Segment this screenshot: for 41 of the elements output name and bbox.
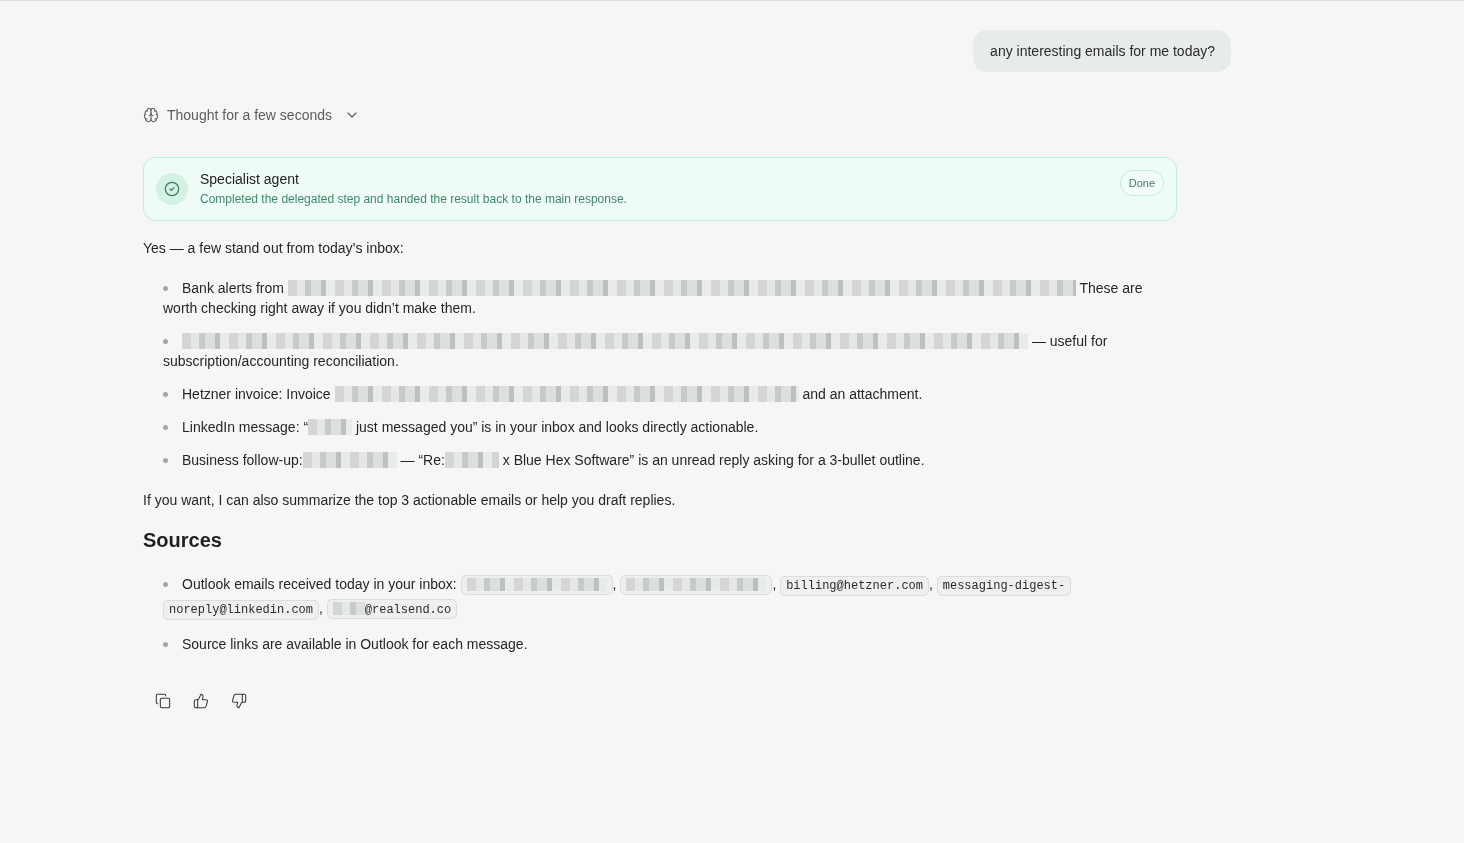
bullet-icon <box>163 642 168 647</box>
response-text: Bank alerts from <box>182 280 285 296</box>
response-text: If you want, I can also summarize the top 3 actionable emails or help you draft replies. <box>143 491 677 510</box>
response-text: and an attachment. <box>801 386 923 402</box>
bullet-icon <box>163 458 168 463</box>
bullet-icon <box>163 425 168 430</box>
brain-icon <box>143 107 159 123</box>
pixelated-redaction <box>444 452 499 468</box>
response-text: — “Re: <box>399 452 445 468</box>
section-heading: Sources <box>143 528 223 553</box>
bullet-icon <box>163 286 168 291</box>
response-text: , <box>612 576 618 592</box>
response-text: just messaged you” is in your inbox and looks directly actionable. <box>354 419 759 435</box>
response-text: Hetzner invoice: Invoice <box>182 386 332 402</box>
email-address: messaging-digest- <box>936 576 1072 596</box>
response-text: worth checking right away if you didn’t make them. <box>163 300 476 316</box>
response-text: , <box>772 576 778 592</box>
agent-description: Completed the delegated step and handed the result back to the main response. <box>200 191 627 208</box>
response-text: These are <box>1078 280 1143 296</box>
agent-title: Specialist agent <box>200 170 299 189</box>
email-address: billing@hetzner.com <box>780 576 929 596</box>
response-text: Business follow-up: <box>182 452 303 468</box>
response-text: , <box>319 600 324 616</box>
response-text: Yes — a few stand out from today’s inbox: <box>143 239 405 258</box>
pixelated-redaction <box>332 602 365 615</box>
bullet-icon <box>163 582 168 587</box>
response-text: LinkedIn message: “ <box>182 419 309 435</box>
response-text: — useful for <box>1030 333 1108 349</box>
bullet-icon <box>163 339 168 344</box>
response-text: , <box>929 576 934 592</box>
pixelated-redaction <box>308 419 353 435</box>
thought-toggle[interactable]: Thought for a few seconds <box>143 105 360 125</box>
response-text: x Blue Hex Software” is an unread reply asking for a 3-bullet outline. <box>501 452 925 468</box>
status-badge: Done <box>1119 170 1164 196</box>
response-text: subscription/accounting reconciliation. <box>163 353 399 369</box>
email-address: @realsend.co <box>364 603 452 617</box>
email-address: noreply@linkedin.com <box>163 600 320 620</box>
bullet-icon <box>163 392 168 397</box>
user-message: any interesting emails for me today? <box>973 30 1231 72</box>
response-text: Source links are available in Outlook for each message. <box>182 636 528 652</box>
response-text: Outlook emails received today in your inbox: <box>182 576 458 592</box>
